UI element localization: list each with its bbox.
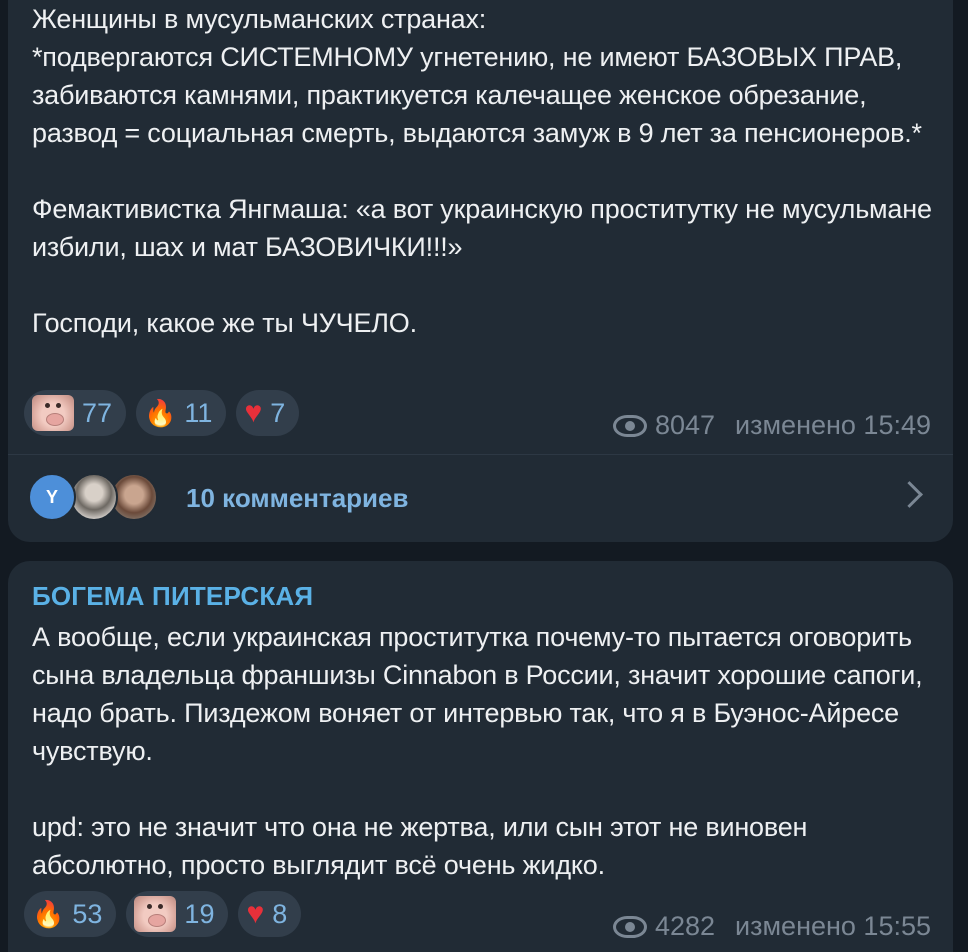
message-text: Женщины в мусульманских странах: *подвер… bbox=[32, 4, 932, 338]
message-bubble[interactable]: БОГЕМА ПИТЕРСКАЯ А вообще, если украинск… bbox=[8, 561, 953, 952]
heart-icon: ♥ bbox=[244, 396, 263, 429]
reaction-count: 19 bbox=[184, 898, 215, 929]
reaction-count: 8 bbox=[272, 898, 288, 929]
reaction-heart[interactable]: ♥ 7 bbox=[236, 390, 300, 436]
pig-face-icon bbox=[32, 395, 74, 431]
reaction-count: 77 bbox=[82, 397, 113, 428]
message-text: А вообще, если украинская проститутка по… bbox=[32, 622, 923, 880]
fire-icon: 🔥 bbox=[32, 899, 65, 929]
chevron-right-icon bbox=[896, 481, 923, 508]
channel-feed: Женщины в мусульманских странах: *подвер… bbox=[0, 0, 968, 952]
message-meta: 8047 изменено 15:49 bbox=[612, 410, 931, 441]
reaction-count: 11 bbox=[184, 397, 213, 428]
comments-button[interactable]: Y 10 комментариев bbox=[8, 455, 953, 541]
view-count: 8047 bbox=[654, 410, 716, 440]
eye-icon bbox=[612, 414, 647, 437]
comments-count-label: 10 комментариев bbox=[186, 482, 409, 513]
pig-face-icon bbox=[134, 896, 177, 932]
reaction-count: 53 bbox=[72, 898, 103, 929]
reactions-bar: 77 🔥 11 ♥ 7 bbox=[24, 390, 300, 436]
edited-timestamp: изменено 15:55 bbox=[735, 911, 931, 941]
reactions-bar: 🔥 53 19 ♥ 8 bbox=[24, 891, 302, 937]
avatar: Y bbox=[28, 473, 76, 521]
reaction-count: 7 bbox=[270, 397, 286, 428]
reaction-pig[interactable]: 77 bbox=[24, 390, 127, 436]
author-name[interactable]: БОГЕМА ПИТЕРСКАЯ bbox=[32, 581, 313, 612]
message-meta: 4282 изменено 15:55 bbox=[612, 911, 931, 942]
reaction-fire[interactable]: 🔥 53 bbox=[24, 891, 117, 937]
avatar bbox=[70, 473, 118, 521]
reaction-fire[interactable]: 🔥 11 bbox=[136, 390, 227, 436]
message-bubble[interactable]: Женщины в мусульманских странах: *подвер… bbox=[8, 0, 953, 542]
commenter-avatars: Y bbox=[28, 473, 168, 523]
heart-icon: ♥ bbox=[246, 897, 265, 930]
view-count: 4282 bbox=[654, 911, 716, 941]
reaction-heart[interactable]: ♥ 8 bbox=[238, 891, 302, 937]
reaction-pig[interactable]: 19 bbox=[126, 891, 229, 937]
edited-timestamp: изменено 15:49 bbox=[735, 410, 931, 440]
eye-icon bbox=[612, 915, 647, 938]
fire-icon: 🔥 bbox=[144, 398, 177, 428]
